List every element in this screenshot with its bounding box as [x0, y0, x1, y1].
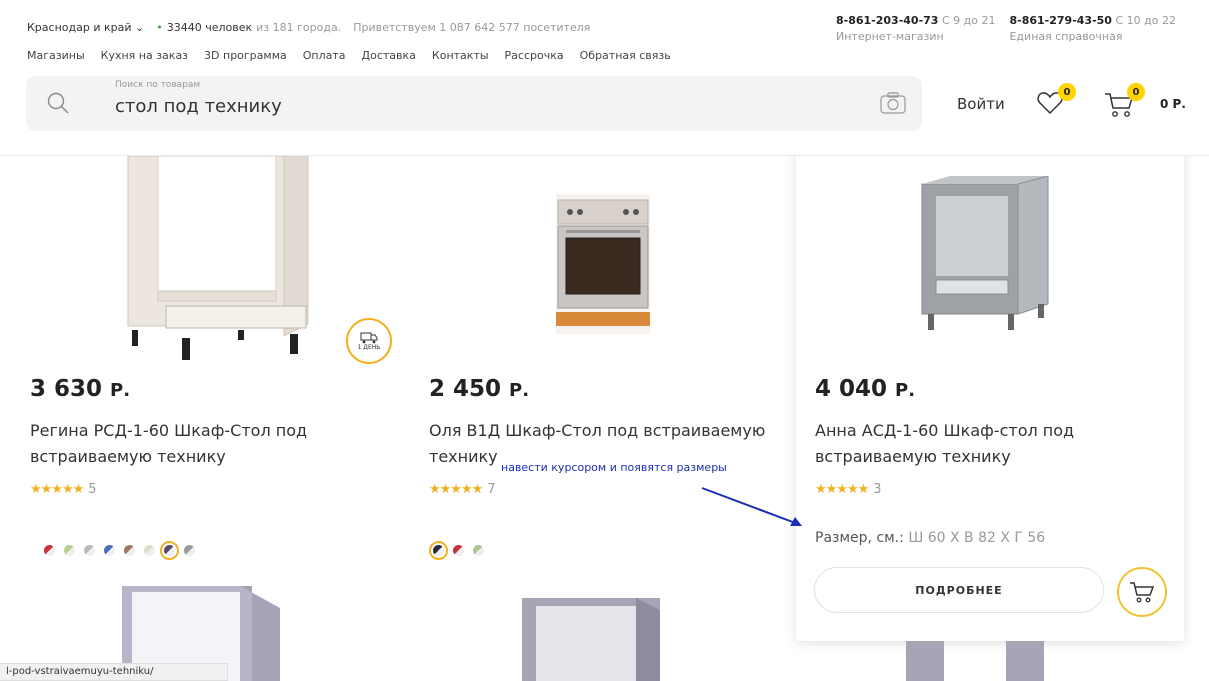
- price-value: 4 040: [815, 376, 888, 402]
- price-currency: Р.: [110, 380, 131, 401]
- size-label: Размер, см.:: [815, 530, 904, 546]
- search-label: Поиск по товарам: [115, 80, 201, 90]
- color-swatch-selected[interactable]: [429, 541, 448, 560]
- search-icon[interactable]: [46, 91, 70, 115]
- phone-help-desk[interactable]: 8-861-279-43-50 С 10 до 22 Единая справо…: [1009, 13, 1175, 45]
- nav-shops[interactable]: Магазины: [27, 49, 85, 62]
- search-bar: Поиск по товарам: [26, 76, 922, 131]
- nav-kitchen-order[interactable]: Кухня на заказ: [101, 49, 188, 62]
- annotation-arrow-icon: [701, 487, 802, 526]
- region-label: Краснодар и край: [27, 21, 132, 34]
- product-rating: ★★★★★ 3: [815, 482, 882, 497]
- nav-3d-program[interactable]: 3D программа: [204, 49, 287, 62]
- page: Краснодар и край ⌄ • 33440 человек из 18…: [0, 0, 1209, 681]
- color-swatch[interactable]: [64, 545, 75, 556]
- color-swatches: [429, 541, 484, 560]
- product-image-cabinet-beige[interactable]: [118, 156, 330, 364]
- add-to-cart-button[interactable]: [1117, 567, 1167, 617]
- product-image-partial[interactable]: [510, 598, 670, 681]
- cart-count-badge: 0: [1127, 83, 1145, 101]
- cart-icon: [1130, 582, 1155, 603]
- product-image-oven[interactable]: [556, 194, 650, 334]
- login-link[interactable]: Войти: [957, 95, 1005, 113]
- favorites-button[interactable]: 0: [1036, 83, 1076, 121]
- phone-label: Единая справочная: [1009, 30, 1123, 43]
- color-swatch[interactable]: [124, 545, 135, 556]
- product-image-cabinet-grey[interactable]: [920, 176, 1060, 334]
- rating-stars: ★★★★★: [30, 482, 84, 497]
- size-value: Ш 60 Х В 82 Х Г 56: [908, 530, 1046, 546]
- delivery-truck-icon: [360, 332, 378, 343]
- nav-delivery[interactable]: Доставка: [362, 49, 416, 62]
- phone-hours: С 10 до 22: [1115, 14, 1176, 27]
- price-value: 3 630: [30, 376, 103, 402]
- delivery-days: 1 ДЕНЬ: [357, 343, 381, 351]
- color-swatches: [44, 541, 195, 560]
- region-selector[interactable]: Краснодар и край ⌄: [27, 21, 144, 34]
- annotation-text: навести курсором и появятся размеры: [501, 461, 727, 474]
- product-price: 3 630 Р.: [30, 376, 130, 402]
- price-value: 2 450: [429, 376, 502, 402]
- price-currency: Р.: [509, 380, 530, 401]
- phone-online-shop[interactable]: 8-861-203-40-73 С 9 до 21 Интернет-магаз…: [836, 13, 995, 45]
- phone-hours: С 9 до 21: [941, 14, 996, 27]
- nav-feedback[interactable]: Обратная связь: [580, 49, 671, 62]
- header-info-row: Краснодар и край ⌄ • 33440 человек из 18…: [27, 21, 590, 34]
- delivery-badge: 1 ДЕНЬ: [346, 318, 392, 364]
- product-image-partial[interactable]: [906, 641, 1046, 681]
- review-count: 3: [873, 482, 882, 497]
- product-size: Размер, см.: Ш 60 Х В 82 Х Г 56: [815, 530, 1045, 546]
- rating-stars: ★★★★★: [429, 482, 483, 497]
- search-input[interactable]: [115, 94, 815, 118]
- color-swatch[interactable]: [84, 545, 95, 556]
- product-title[interactable]: Анна АСД-1-60 Шкаф-стол под встраиваемую…: [815, 418, 1175, 470]
- camera-search-icon[interactable]: [880, 92, 906, 114]
- color-swatch[interactable]: [44, 545, 55, 556]
- review-count: 7: [487, 482, 496, 497]
- review-count: 5: [88, 482, 97, 497]
- nav-payment[interactable]: Оплата: [303, 49, 346, 62]
- top-nav: Магазины Кухня на заказ 3D программа Опл…: [27, 49, 671, 62]
- color-swatch[interactable]: [184, 545, 195, 556]
- cart-total: 0 Р.: [1160, 97, 1186, 111]
- details-button[interactable]: ПОДРОБНЕЕ: [814, 567, 1104, 613]
- color-swatch[interactable]: [104, 545, 115, 556]
- color-swatch[interactable]: [144, 545, 155, 556]
- cart-button[interactable]: 0: [1103, 83, 1145, 121]
- product-rating: ★★★★★ 5: [30, 482, 97, 497]
- phone-number: 8-861-203-40-73: [836, 14, 939, 27]
- nav-contacts[interactable]: Контакты: [432, 49, 489, 62]
- product-rating: ★★★★★ 7: [429, 482, 496, 497]
- color-swatch[interactable]: [453, 545, 464, 556]
- people-count: 33440 человек: [166, 21, 253, 34]
- color-swatch-selected[interactable]: [160, 541, 179, 560]
- phone-block: 8-861-203-40-73 С 9 до 21 Интернет-магаз…: [836, 13, 1176, 45]
- color-swatch[interactable]: [473, 545, 484, 556]
- chevron-down-icon: ⌄: [135, 21, 145, 34]
- product-price: 4 040 Р.: [815, 376, 915, 402]
- nav-installment[interactable]: Рассрочка: [505, 49, 564, 62]
- rating-stars: ★★★★★: [815, 482, 869, 497]
- phone-label: Интернет-магазин: [836, 30, 944, 43]
- site-header: Краснодар и край ⌄ • 33440 человек из 18…: [0, 0, 1209, 156]
- price-currency: Р.: [895, 380, 916, 401]
- people-suffix: из 181 города.: [256, 21, 342, 34]
- phone-number: 8-861-279-43-50: [1009, 14, 1112, 27]
- online-dot-icon: •: [156, 21, 163, 34]
- welcome-text: Приветствуем 1 087 642 577 посетителя: [353, 21, 591, 34]
- product-title[interactable]: Регина РСД-1-60 Шкаф-Стол под встраиваем…: [30, 418, 390, 470]
- product-price: 2 450 Р.: [429, 376, 529, 402]
- status-url-bar: l-pod-vstraivaemuyu-tehniku/: [0, 663, 228, 681]
- favorites-count-badge: 0: [1058, 83, 1076, 101]
